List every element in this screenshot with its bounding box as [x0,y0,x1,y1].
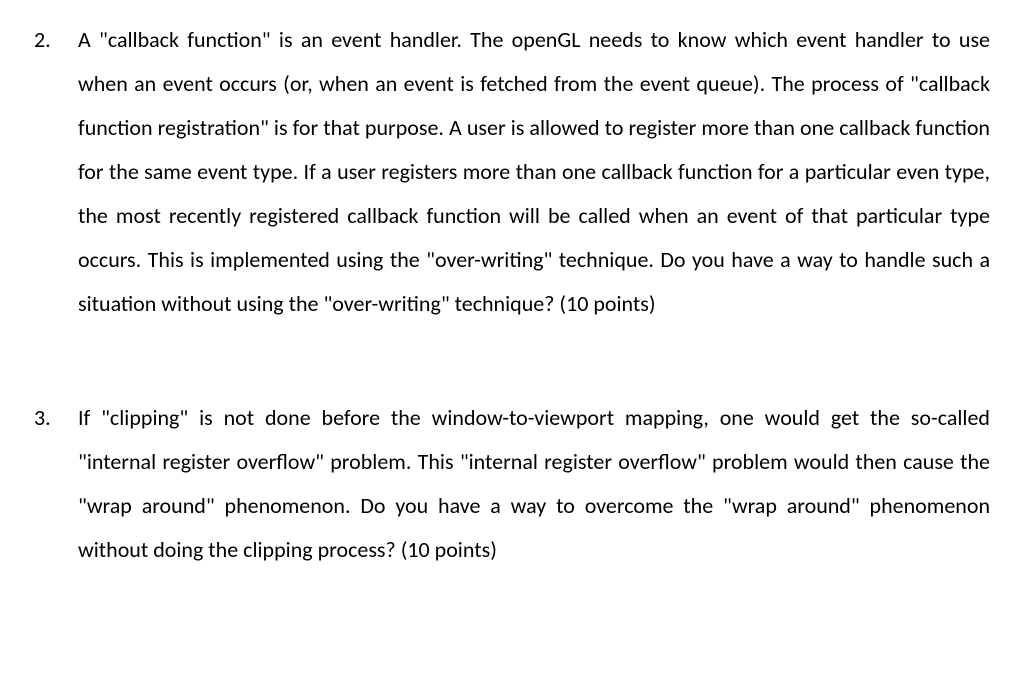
question-number: 3. [34,396,78,440]
question-number: 2. [34,18,78,62]
question-text: A "callback function" is an event handle… [78,18,990,326]
question-text: If "clipping" is not done before the win… [78,396,990,572]
question-item-2: 2. A "callback function" is an event han… [34,18,990,326]
question-item-3: 3. If "clipping" is not done before the … [34,396,990,572]
